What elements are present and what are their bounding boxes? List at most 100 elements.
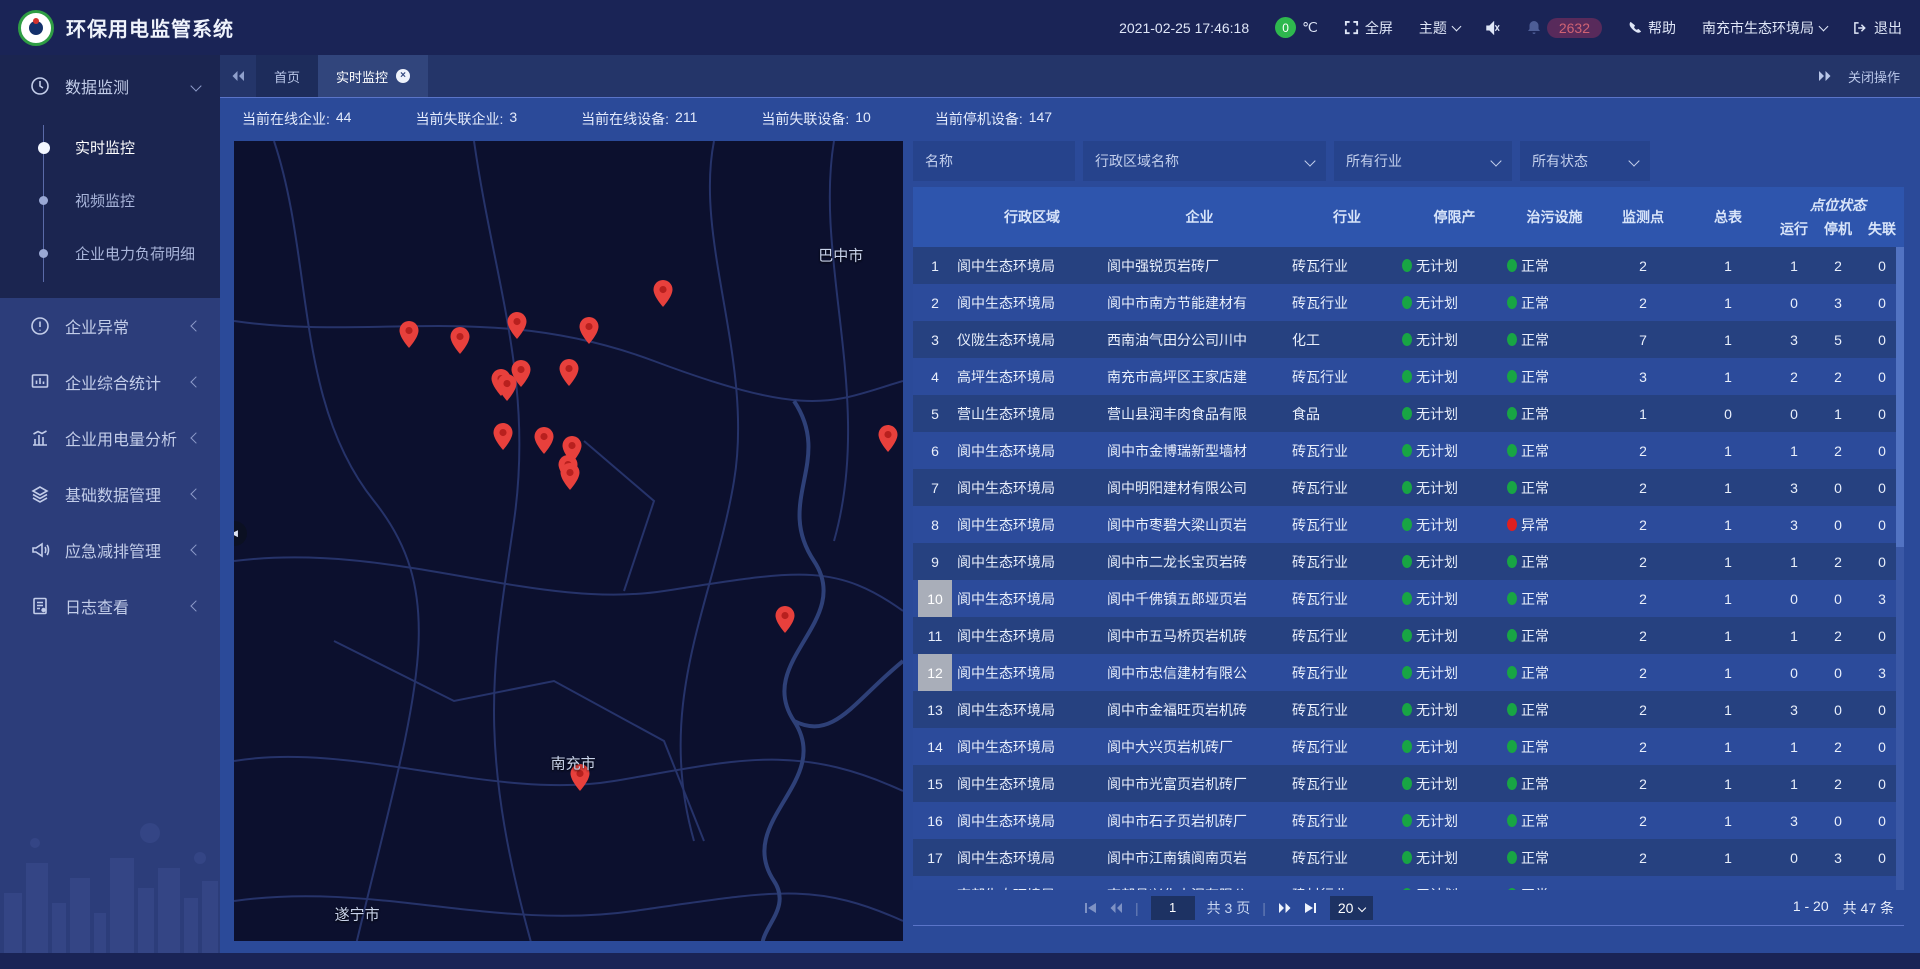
footer-strip xyxy=(0,953,1920,969)
status-dot-icon xyxy=(1507,814,1517,827)
sidebar-item-video-monitor[interactable]: 视频监控 xyxy=(0,174,220,227)
cell-stop: 0 xyxy=(1816,813,1860,829)
last-page-button[interactable] xyxy=(1304,902,1318,914)
status-dot-icon xyxy=(1402,592,1412,605)
cell-plan: 无计划 xyxy=(1402,589,1507,609)
table-row[interactable]: 11 阆中生态环境局 阆中市五马桥页岩机砖 砖瓦行业 无计划 正常 2 1 1 … xyxy=(913,617,1904,654)
table-row[interactable]: 18 南部生态环境局 南部县兴化水泥有限公 建材行业 无计划 正常 5 2 2 … xyxy=(913,876,1904,890)
cell-company: 阆中强锐页岩砖厂 xyxy=(1107,256,1292,276)
tabs-scroll-left-button[interactable] xyxy=(220,55,256,97)
cell-industry: 砖瓦行业 xyxy=(1292,256,1402,276)
cell-index: 16 xyxy=(913,802,957,839)
org-dropdown[interactable]: 南充市生态环境局 xyxy=(1702,18,1827,38)
sidebar-item-data-monitor[interactable]: 数据监测 xyxy=(0,55,220,117)
cell-stop: 2 xyxy=(1816,776,1860,792)
stat-stopped-devices: 当前停机设备:147 xyxy=(935,109,1052,129)
table-row[interactable]: 2 阆中生态环境局 阆中市南方节能建材有 砖瓦行业 无计划 正常 2 1 0 3… xyxy=(913,284,1904,321)
table-row[interactable]: 13 阆中生态环境局 阆中市金福旺页岩机砖 砖瓦行业 无计划 正常 2 1 3 … xyxy=(913,691,1904,728)
help-button[interactable]: 帮助 xyxy=(1628,18,1676,38)
status-dot-icon xyxy=(1402,333,1412,346)
table-row[interactable]: 14 阆中生态环境局 阆中大兴页岩机砖厂 砖瓦行业 无计划 正常 2 1 1 2… xyxy=(913,728,1904,765)
page-number-input[interactable] xyxy=(1151,896,1195,920)
name-filter-input[interactable] xyxy=(913,141,1075,181)
cell-meter: 1 xyxy=(1684,443,1772,459)
sidebar-section-data-monitor: 数据监测 实时监控 视频监控 企业电力负荷明细 xyxy=(0,55,220,298)
mute-button[interactable] xyxy=(1486,21,1501,35)
bar-chart-icon xyxy=(30,428,50,448)
sidebar-item-log-view[interactable]: 日志查看 xyxy=(0,578,220,634)
cell-industry: 砖瓦行业 xyxy=(1292,663,1402,683)
total-pages-label: 共 3 页 xyxy=(1207,898,1251,918)
app-logo-icon xyxy=(18,10,54,46)
cell-industry: 砖瓦行业 xyxy=(1292,552,1402,572)
cell-facility: 正常 xyxy=(1507,367,1602,387)
page-size-select[interactable]: 20 xyxy=(1330,896,1374,920)
cell-run: 1 xyxy=(1772,258,1816,274)
close-tab-icon[interactable] xyxy=(396,69,410,83)
table-row[interactable]: 8 阆中生态环境局 阆中市枣碧大梁山页岩 砖瓦行业 无计划 异常 2 1 3 0… xyxy=(913,506,1904,543)
cell-industry: 砖瓦行业 xyxy=(1292,515,1402,535)
chevron-down-icon xyxy=(1490,155,1501,166)
cell-stop: 3 xyxy=(1816,850,1860,866)
table-row[interactable]: 7 阆中生态环境局 阆中明阳建材有限公司 砖瓦行业 无计划 正常 2 1 3 0… xyxy=(913,469,1904,506)
bullet-icon xyxy=(38,142,50,154)
table-row[interactable]: 4 高坪生态环境局 南充市高坪区王家店建 砖瓦行业 无计划 正常 3 1 2 2… xyxy=(913,358,1904,395)
industry-filter-select[interactable]: 所有行业 xyxy=(1334,141,1512,181)
tab-realtime-monitor[interactable]: 实时监控 xyxy=(318,55,428,97)
status-dot-icon xyxy=(1507,333,1517,346)
sidebar-item-base-data[interactable]: 基础数据管理 xyxy=(0,466,220,522)
region-filter-select[interactable]: 行政区域名称 xyxy=(1083,141,1326,181)
prev-page-button[interactable] xyxy=(1109,902,1123,914)
status-dot-icon xyxy=(1402,407,1412,420)
cell-company: 南充市高坪区王家店建 xyxy=(1107,367,1292,387)
cell-points: 7 xyxy=(1602,332,1684,348)
column-header-industry: 行业 xyxy=(1292,187,1402,247)
close-operations-button[interactable]: 关闭操作 xyxy=(1818,55,1920,97)
table-row[interactable]: 5 营山生态环境局 营山县润丰肉食品有限 食品 无计划 正常 1 0 0 1 0 xyxy=(913,395,1904,432)
next-page-button[interactable] xyxy=(1278,902,1292,914)
next-page-icon xyxy=(1278,902,1292,914)
bell-icon xyxy=(1527,20,1541,35)
cell-index: 6 xyxy=(913,432,957,469)
status-filter-select[interactable]: 所有状态 xyxy=(1520,141,1650,181)
sidebar-item-enterprise-abnormal[interactable]: 企业异常 xyxy=(0,298,220,354)
table-row[interactable]: 1 阆中生态环境局 阆中强锐页岩砖厂 砖瓦行业 无计划 正常 2 1 1 2 0 xyxy=(913,247,1904,284)
sidebar-item-power-load-detail[interactable]: 企业电力负荷明细 xyxy=(0,227,220,280)
cell-facility: 正常 xyxy=(1507,552,1602,572)
cell-stop: 2 xyxy=(1816,628,1860,644)
cell-run: 1 xyxy=(1772,628,1816,644)
phone-icon xyxy=(1628,21,1642,35)
chevron-down-icon xyxy=(1628,155,1639,166)
sidebar-item-realtime-monitor[interactable]: 实时监控 xyxy=(0,121,220,174)
table-row[interactable]: 6 阆中生态环境局 阆中市金博瑞新型墙材 砖瓦行业 无计划 正常 2 1 1 2… xyxy=(913,432,1904,469)
chevron-left-icon xyxy=(190,544,201,555)
cell-index: 14 xyxy=(913,728,957,765)
sidebar-item-emergency-reduction[interactable]: 应急减排管理 xyxy=(0,522,220,578)
notifications[interactable]: 2632 xyxy=(1527,18,1602,38)
status-dot-icon xyxy=(1507,666,1517,679)
table-scrollbar[interactable] xyxy=(1896,247,1904,890)
logout-button[interactable]: 退出 xyxy=(1853,18,1902,38)
cell-stop: 1 xyxy=(1816,406,1860,422)
column-header-stop: 停机 xyxy=(1816,219,1860,239)
sidebar-item-enterprise-statistics[interactable]: 企业综合统计 xyxy=(0,354,220,410)
cell-facility: 正常 xyxy=(1507,663,1602,683)
status-dot-icon xyxy=(1507,777,1517,790)
chevron-left-icon xyxy=(190,320,201,331)
table-row[interactable]: 15 阆中生态环境局 阆中市光富页岩机砖厂 砖瓦行业 无计划 正常 2 1 1 … xyxy=(913,765,1904,802)
table-row[interactable]: 12 阆中生态环境局 阆中市忠信建材有限公 砖瓦行业 无计划 正常 2 1 0 … xyxy=(913,654,1904,691)
tab-home[interactable]: 首页 xyxy=(256,55,318,97)
sidebar-item-power-analysis[interactable]: 企业用电量分析 xyxy=(0,410,220,466)
fullscreen-button[interactable]: 全屏 xyxy=(1344,18,1393,38)
table-row[interactable]: 10 阆中生态环境局 阆中千佛镇五郎垭页岩 砖瓦行业 无计划 正常 2 1 0 … xyxy=(913,580,1904,617)
theme-button[interactable]: 主题 xyxy=(1419,18,1460,38)
notification-count-badge: 2632 xyxy=(1547,18,1602,38)
table-row[interactable]: 9 阆中生态环境局 阆中市二龙长宝页岩砖 砖瓦行业 无计划 正常 2 1 1 2… xyxy=(913,543,1904,580)
datetime: 2021-02-25 17:46:18 xyxy=(1119,20,1249,36)
first-page-button[interactable] xyxy=(1083,902,1097,914)
cell-industry: 砖瓦行业 xyxy=(1292,589,1402,609)
map-panel[interactable]: 巴中市南充市遂宁市 ◀ xyxy=(234,141,903,941)
table-row[interactable]: 17 阆中生态环境局 阆中市江南镇阆南页岩 砖瓦行业 无计划 正常 2 1 0 … xyxy=(913,839,1904,876)
table-row[interactable]: 3 仪陇生态环境局 西南油气田分公司川中 化工 无计划 正常 7 1 3 5 0 xyxy=(913,321,1904,358)
table-row[interactable]: 16 阆中生态环境局 阆中市石子页岩机砖厂 砖瓦行业 无计划 正常 2 1 3 … xyxy=(913,802,1904,839)
